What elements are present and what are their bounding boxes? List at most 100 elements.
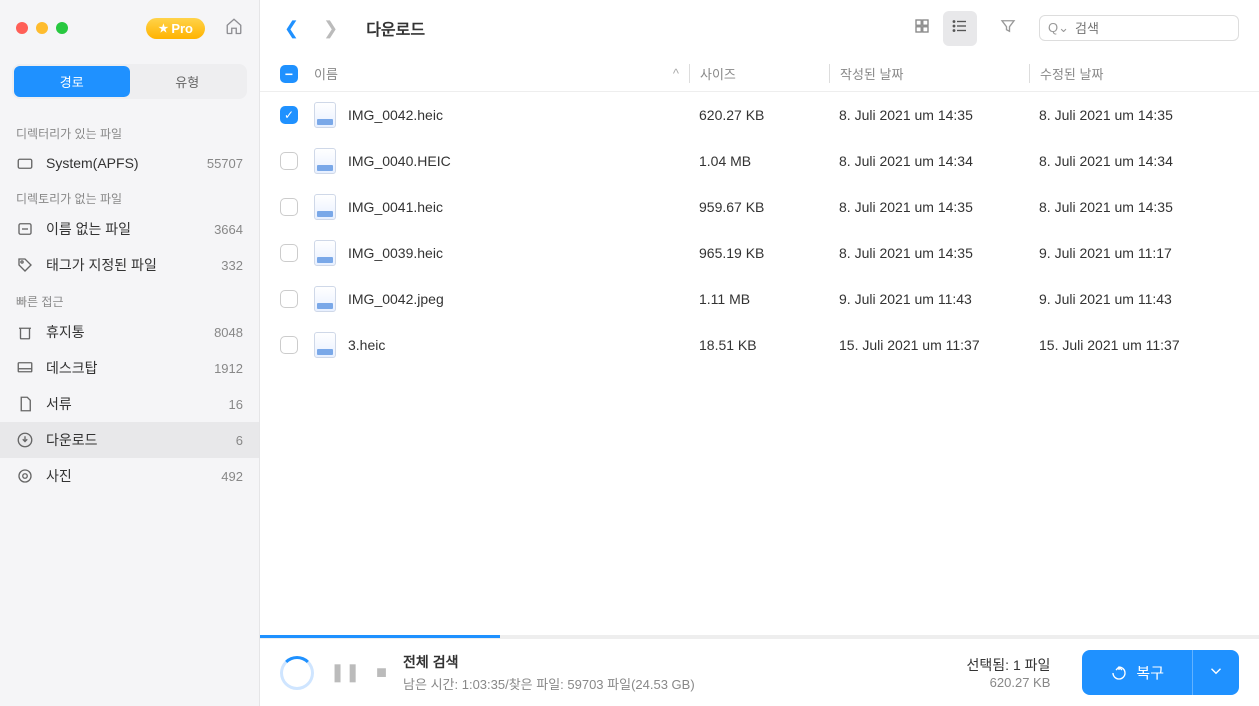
scan-status-detail: 남은 시간: 1:03:35/찾은 파일: 59703 파일(24.53 GB)	[403, 674, 695, 693]
file-name: IMG_0042.heic	[348, 107, 689, 123]
trash-icon	[16, 323, 34, 341]
sort-indicator-icon: ^	[673, 66, 679, 81]
sidebar-item-system[interactable]: System(APFS) 55707	[0, 146, 259, 180]
view-toggle	[905, 11, 977, 46]
row-checkbox[interactable]	[280, 336, 298, 354]
column-modified[interactable]: 수정된 날짜	[1029, 64, 1239, 83]
breadcrumb: 다운로드	[366, 16, 425, 40]
toolbar: ❮ ❯ 다운로드 Q⌄	[260, 0, 1259, 56]
file-type-icon	[314, 194, 336, 220]
select-all-checkbox[interactable]: −	[280, 65, 298, 83]
recover-dropdown-button[interactable]	[1192, 650, 1239, 695]
filter-icon	[999, 17, 1017, 35]
scan-progress-bar	[260, 635, 1259, 638]
row-checkbox[interactable]	[280, 244, 298, 262]
table-row[interactable]: 3.heic18.51 KB15. Juli 2021 um 11:3715. …	[260, 322, 1259, 368]
sidebar-item-label: 데스크탑	[46, 358, 202, 378]
file-created: 15. Juli 2021 um 11:37	[829, 337, 1029, 353]
sidebar-item-count: 1912	[214, 361, 243, 376]
table-row[interactable]: ✓IMG_0042.heic620.27 KB8. Juli 2021 um 1…	[260, 92, 1259, 138]
desktop-icon	[16, 359, 34, 377]
sidebar-item-noname[interactable]: 이름 없는 파일 3664	[0, 211, 259, 247]
sidebar-item-downloads[interactable]: 다운로드 6	[0, 422, 259, 458]
file-created: 8. Juli 2021 um 14:35	[829, 107, 1029, 123]
sidebar-item-count: 55707	[207, 156, 243, 171]
nav-back-button[interactable]: ❮	[280, 14, 303, 43]
file-name: IMG_0039.heic	[348, 245, 689, 261]
sidebar-item-count: 332	[221, 258, 243, 273]
view-list-button[interactable]	[943, 11, 977, 46]
row-checkbox[interactable]	[280, 152, 298, 170]
sidebar-item-label: 이름 없는 파일	[46, 219, 202, 239]
table-row[interactable]: IMG_0039.heic965.19 KB8. Juli 2021 um 14…	[260, 230, 1259, 276]
column-created[interactable]: 작성된 날짜	[829, 64, 1029, 83]
traffic-lights	[16, 22, 68, 34]
sidebar-item-label: 휴지통	[46, 322, 202, 342]
file-name: IMG_0040.HEIC	[348, 153, 689, 169]
recover-button-group: 복구	[1082, 650, 1239, 695]
file-size: 1.04 MB	[689, 153, 829, 169]
sidebar-item-tagged[interactable]: 태그가 지정된 파일 332	[0, 247, 259, 283]
column-size[interactable]: 사이즈	[689, 64, 829, 83]
section-title-quick: 빠른 접근	[0, 289, 259, 314]
sidebar-item-desktop[interactable]: 데스크탑 1912	[0, 350, 259, 386]
sidebar-item-label: 다운로드	[46, 430, 224, 450]
table-row[interactable]: IMG_0042.jpeg1.11 MB9. Juli 2021 um 11:4…	[260, 276, 1259, 322]
file-modified: 8. Juli 2021 um 14:35	[1029, 107, 1239, 123]
sidebar-item-photos[interactable]: 사진 492	[0, 458, 259, 494]
tag-icon	[16, 256, 34, 274]
chevron-down-icon	[1207, 662, 1225, 680]
view-grid-button[interactable]	[905, 11, 939, 46]
table-header: − 이름^ 사이즈 작성된 날짜 수정된 날짜	[260, 56, 1259, 92]
row-checkbox[interactable]	[280, 198, 298, 216]
search-box[interactable]: Q⌄	[1039, 15, 1239, 41]
list-icon	[951, 17, 969, 35]
file-modified: 8. Juli 2021 um 14:35	[1029, 199, 1239, 215]
search-input[interactable]	[1075, 21, 1251, 36]
selection-count: 선택됨: 1 파일	[967, 655, 1051, 675]
sidebar-item-label: 서류	[46, 394, 217, 414]
tab-path[interactable]: 경로	[14, 66, 130, 97]
file-size: 959.67 KB	[689, 199, 829, 215]
section-title-nodir: 디렉토리가 없는 파일	[0, 186, 259, 211]
sidebar: Pro 경로 유형 디렉터리가 있는 파일 System(APFS) 55707…	[0, 0, 260, 706]
sidebar-item-docs[interactable]: 서류 16	[0, 386, 259, 422]
home-icon	[225, 17, 243, 35]
minimize-window-button[interactable]	[36, 22, 48, 34]
scan-status: 전체 검색 남은 시간: 1:03:35/찾은 파일: 59703 파일(24.…	[403, 652, 695, 693]
scan-status-title: 전체 검색	[403, 652, 695, 672]
file-type-icon	[314, 332, 336, 358]
file-created: 8. Juli 2021 um 14:35	[829, 199, 1029, 215]
sidebar-item-label: 사진	[46, 466, 209, 486]
tab-type[interactable]: 유형	[130, 66, 246, 97]
restore-icon	[1110, 664, 1128, 682]
maximize-window-button[interactable]	[56, 22, 68, 34]
home-button[interactable]	[225, 15, 243, 41]
file-type-icon	[314, 148, 336, 174]
document-icon	[16, 395, 34, 413]
download-icon	[16, 431, 34, 449]
sidebar-item-label: System(APFS)	[46, 155, 195, 171]
file-type-icon	[314, 102, 336, 128]
sidebar-item-label: 태그가 지정된 파일	[46, 255, 209, 275]
column-name[interactable]: 이름^	[314, 64, 689, 83]
scan-spinner-icon	[280, 656, 314, 690]
recover-button[interactable]: 복구	[1082, 650, 1192, 695]
table-row[interactable]: IMG_0041.heic959.67 KB8. Juli 2021 um 14…	[260, 184, 1259, 230]
row-checkbox[interactable]: ✓	[280, 106, 298, 124]
filter-button[interactable]	[993, 11, 1023, 46]
sidebar-item-count: 3664	[214, 222, 243, 237]
pro-badge[interactable]: Pro	[146, 18, 205, 39]
file-type-icon	[314, 286, 336, 312]
table-row[interactable]: IMG_0040.HEIC1.04 MB8. Juli 2021 um 14:3…	[260, 138, 1259, 184]
sidebar-item-count: 8048	[214, 325, 243, 340]
sidebar-item-trash[interactable]: 휴지통 8048	[0, 314, 259, 350]
row-checkbox[interactable]	[280, 290, 298, 308]
stop-scan-button[interactable]: ■	[376, 662, 387, 683]
nav-forward-button[interactable]: ❯	[319, 14, 342, 43]
file-size: 18.51 KB	[689, 337, 829, 353]
close-window-button[interactable]	[16, 22, 28, 34]
pause-scan-button[interactable]: ❚❚	[330, 662, 360, 683]
file-name: IMG_0042.jpeg	[348, 291, 689, 307]
file-type-icon	[314, 240, 336, 266]
